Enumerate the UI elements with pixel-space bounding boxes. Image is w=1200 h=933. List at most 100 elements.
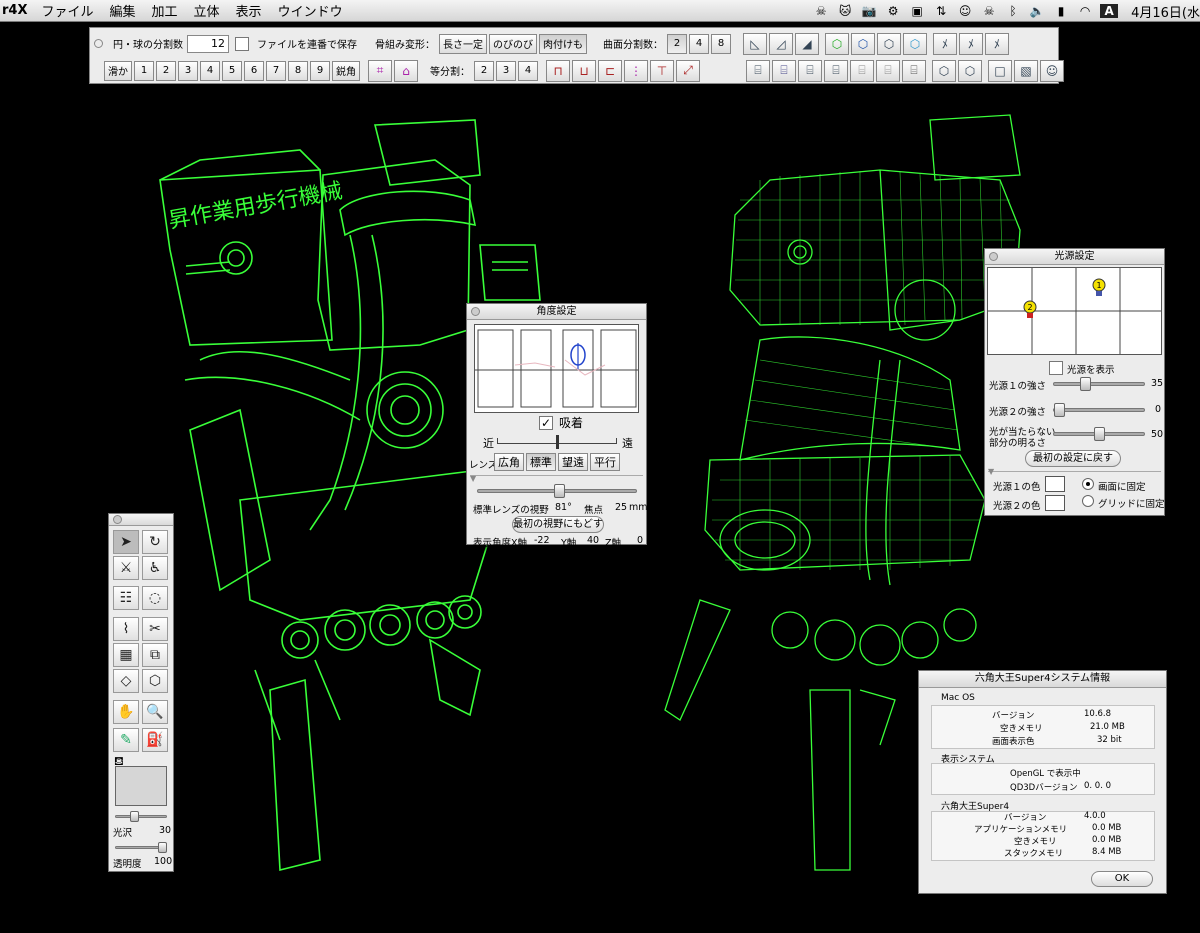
light1-color-swatch[interactable] xyxy=(1045,476,1065,492)
light-collapse-triangle-icon[interactable]: ▼ xyxy=(988,467,994,476)
save-sequential-checkbox[interactable] xyxy=(235,36,249,51)
image-frame-icon[interactable]: ▧ xyxy=(1014,59,1038,82)
menu-edit[interactable]: 編集 xyxy=(102,1,144,20)
circle-division-input[interactable]: 12 xyxy=(187,34,229,53)
ambient-slider[interactable] xyxy=(1053,427,1145,441)
gloss-knob[interactable] xyxy=(130,811,139,822)
equal-4-button[interactable]: 4 xyxy=(518,60,538,81)
cylinder-3-icon[interactable]: ⌸ xyxy=(824,59,848,82)
light-panel-titlebar[interactable]: 光源設定 xyxy=(985,249,1164,265)
menu-view[interactable]: 表示 xyxy=(228,1,270,20)
equal-3-button[interactable]: 3 xyxy=(496,60,516,81)
wifi-icon[interactable]: ◠ xyxy=(1076,4,1094,18)
smooth-button[interactable]: 滑か xyxy=(104,60,132,81)
bone-pose-3-icon[interactable]: ﾒ xyxy=(985,32,1009,55)
cut-tool-icon[interactable]: ✂ xyxy=(142,617,168,641)
smooth-level-8[interactable]: 8 xyxy=(288,60,308,81)
snap-checkbox[interactable]: ✓ xyxy=(539,416,553,430)
align-grid-icon[interactable]: ⌗ xyxy=(368,59,392,82)
join-1-icon[interactable]: ⊓ xyxy=(546,59,570,82)
equal-2-button[interactable]: 2 xyxy=(474,60,494,81)
battery-icon[interactable]: ▮ xyxy=(1052,4,1070,18)
fix-grid-radio[interactable] xyxy=(1082,495,1094,507)
camera-icon[interactable]: 📷 xyxy=(860,4,878,18)
input-method-icon[interactable]: A xyxy=(1100,4,1119,18)
light1-strength-slider[interactable] xyxy=(1053,377,1145,391)
curve-8-button[interactable]: 8 xyxy=(711,33,731,54)
copy-tool-icon[interactable]: ⧉ xyxy=(142,643,168,667)
light-panel-close-icon[interactable] xyxy=(989,252,998,261)
curve-2-button[interactable]: 2 xyxy=(667,33,687,54)
bone-flesh-button[interactable]: 肉付けも xyxy=(539,33,587,54)
gloss-slider[interactable] xyxy=(115,811,167,822)
triangle-left-icon[interactable]: ◺ xyxy=(743,32,767,55)
lens-wide-button[interactable]: 広角 xyxy=(494,453,524,471)
person-rotate-tool-icon[interactable]: ♿ xyxy=(142,556,168,580)
clock[interactable]: 4月16日(水 xyxy=(1131,2,1200,21)
smooth-level-1[interactable]: 1 xyxy=(134,60,154,81)
join-2-icon[interactable]: ⊔ xyxy=(572,59,596,82)
show-light-checkbox[interactable] xyxy=(1049,361,1063,375)
ok-button[interactable]: OK xyxy=(1091,871,1153,887)
angle-panel-titlebar[interactable]: 角度設定 xyxy=(467,304,646,320)
cube-view-2-icon[interactable]: ⬡ xyxy=(958,59,982,82)
curve-4-button[interactable]: 4 xyxy=(689,33,709,54)
hand-tool-icon[interactable]: ✋ xyxy=(113,700,139,724)
cube-green-icon[interactable]: ⬡ xyxy=(825,32,849,55)
cube-view-1-icon[interactable]: ⬡ xyxy=(932,59,956,82)
smooth-level-9[interactable]: 9 xyxy=(310,60,330,81)
ambient-knob[interactable] xyxy=(1094,427,1105,441)
light-position-grid[interactable]: 1 2 xyxy=(987,267,1162,355)
smooth-level-7[interactable]: 7 xyxy=(266,60,286,81)
cylinder-1-icon[interactable]: ⌸ xyxy=(746,59,770,82)
display-icon[interactable]: ▣ xyxy=(908,4,926,18)
material-color-swatch[interactable] xyxy=(115,766,167,806)
menu-solid[interactable]: 立体 xyxy=(186,1,228,20)
triangle-right-icon[interactable]: ◢ xyxy=(795,32,819,55)
light2-color-swatch[interactable] xyxy=(1045,495,1065,511)
face-frame-icon[interactable]: ☺ xyxy=(1040,59,1064,82)
zoom-knob[interactable] xyxy=(556,435,559,449)
box-extrude-tool-icon[interactable]: ▦ xyxy=(113,643,139,667)
bluetooth-icon[interactable]: ᛒ xyxy=(1004,4,1022,18)
square-frame-icon[interactable]: □ xyxy=(988,59,1012,82)
tool-palette-titlebar[interactable] xyxy=(109,514,173,526)
fix-screen-radio[interactable] xyxy=(1082,478,1094,490)
diagonal-icon[interactable]: ⤢ xyxy=(676,59,700,82)
triangle-mid-icon[interactable]: ◿ xyxy=(769,32,793,55)
cylinder-gray-3-icon[interactable]: ⌸ xyxy=(902,59,926,82)
lathe-icon[interactable]: ⌂ xyxy=(394,59,418,82)
cylinder-gray-1-icon[interactable]: ⌸ xyxy=(850,59,874,82)
lasso-tool-icon[interactable]: ◌ xyxy=(142,586,168,610)
person-icon[interactable]: ☺ xyxy=(956,4,974,18)
hierarchy-icon[interactable]: ⋮ xyxy=(624,59,648,82)
lens-parallel-button[interactable]: 平行 xyxy=(590,453,620,471)
system-info-titlebar[interactable]: 六角大王Super4システム情報 xyxy=(919,671,1166,688)
volume-icon[interactable]: 🔈 xyxy=(1028,4,1046,18)
angle-preview-grid[interactable] xyxy=(474,324,639,413)
zoom-tool-icon[interactable]: 🔍 xyxy=(142,700,168,724)
angle-panel-close-icon[interactable] xyxy=(471,307,480,316)
bone-stretch-button[interactable]: のびのび xyxy=(489,33,537,54)
extrude-tool-icon[interactable]: ☷ xyxy=(113,586,139,610)
cylinder-blue-icon[interactable]: ⌸ xyxy=(772,59,796,82)
reset-light-button[interactable]: 最初の設定に戻す xyxy=(1025,450,1121,467)
face-tool-icon[interactable]: ◇ xyxy=(113,669,139,693)
smooth-level-5[interactable]: 5 xyxy=(222,60,242,81)
reset-view-button[interactable]: 最初の視野にもどす xyxy=(512,516,604,533)
smooth-level-2[interactable]: 2 xyxy=(156,60,176,81)
cube-blue-icon[interactable]: ⬡ xyxy=(851,32,875,55)
smooth-level-3[interactable]: 3 xyxy=(178,60,198,81)
opacity-knob[interactable] xyxy=(158,842,167,853)
split-icon[interactable]: ⊤ xyxy=(650,59,674,82)
lens-standard-button[interactable]: 標準 xyxy=(526,453,556,471)
tool-palette-close-icon[interactable] xyxy=(113,515,122,524)
fov-slider-knob[interactable] xyxy=(554,484,565,498)
join-3-icon[interactable]: ⊏ xyxy=(598,59,622,82)
cat-icon[interactable]: 🐱 xyxy=(836,4,854,18)
light1-strength-knob[interactable] xyxy=(1080,377,1091,391)
bone-fixed-length-button[interactable]: 長さ一定 xyxy=(439,33,487,54)
path-tool-icon[interactable]: ⌇ xyxy=(113,617,139,641)
light2-strength-knob[interactable] xyxy=(1054,403,1065,417)
fov-slider[interactable] xyxy=(477,484,637,498)
